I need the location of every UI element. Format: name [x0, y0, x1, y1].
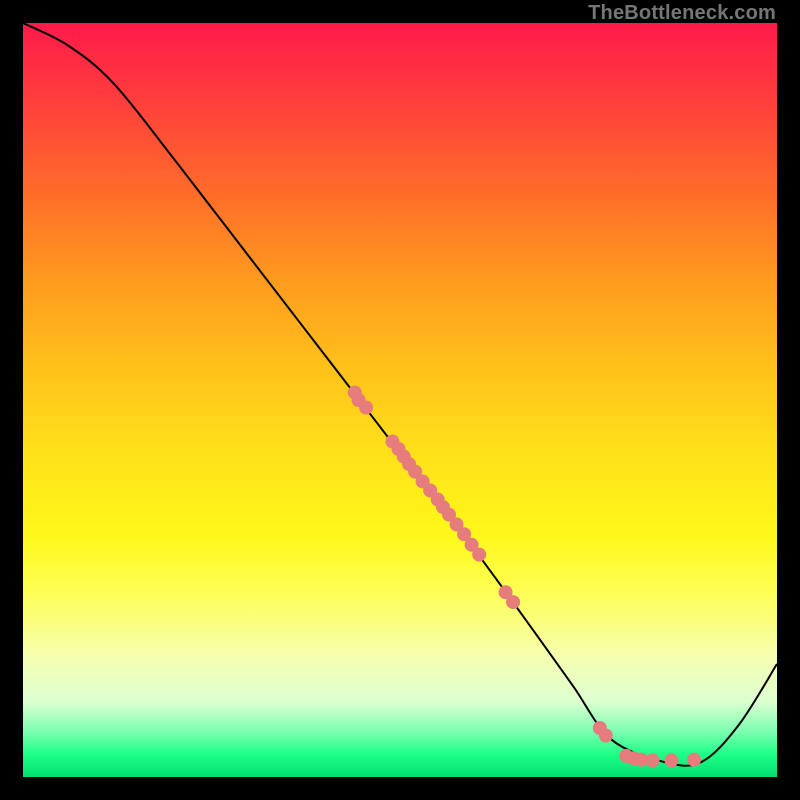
chart-curve — [23, 23, 777, 766]
data-point — [506, 595, 520, 609]
attribution-text: TheBottleneck.com — [588, 2, 776, 25]
plot-area — [23, 23, 777, 777]
data-point — [359, 401, 373, 415]
chart-dots — [348, 385, 701, 767]
data-point — [646, 753, 660, 767]
data-point — [687, 753, 701, 767]
data-point — [664, 753, 678, 767]
data-point — [599, 729, 613, 743]
data-point — [472, 548, 486, 562]
chart-overlay — [23, 23, 777, 777]
